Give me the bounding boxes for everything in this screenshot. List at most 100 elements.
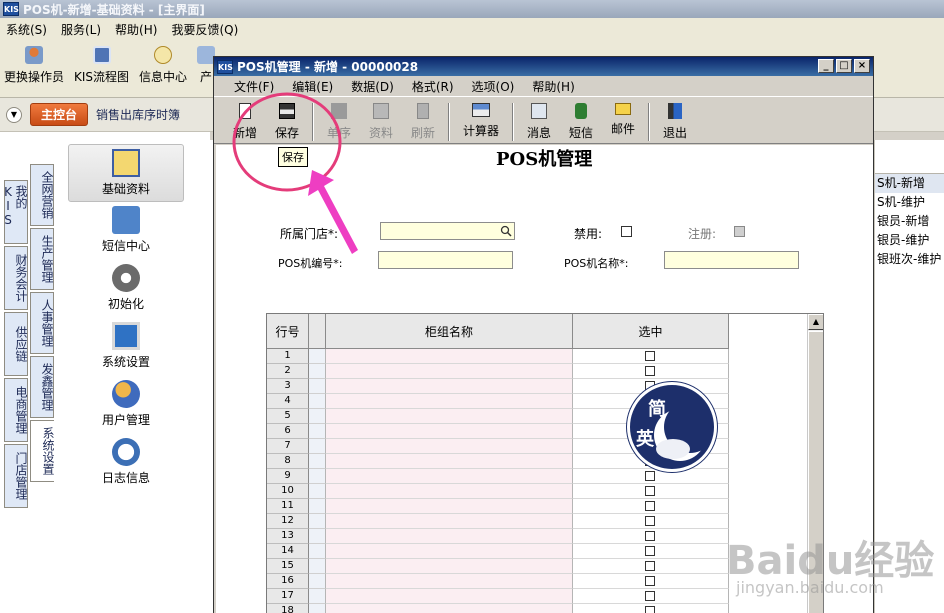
calculator-button[interactable]: 计算器 <box>456 101 506 139</box>
row-select-checkbox[interactable] <box>645 471 655 481</box>
table-row[interactable]: 15 <box>267 559 729 574</box>
row-select-checkbox[interactable] <box>645 546 655 556</box>
table-row[interactable]: 13 <box>267 529 729 544</box>
chevron-down-icon[interactable]: ▼ <box>6 106 22 123</box>
menu-edit[interactable]: 编辑(E) <box>292 78 333 95</box>
counter-name-cell[interactable] <box>326 589 573 604</box>
row-select-checkbox[interactable] <box>645 561 655 571</box>
vtab-store[interactable]: 门店管理 <box>4 444 28 508</box>
list-item[interactable]: S机-维护 <box>875 193 944 212</box>
table-row[interactable]: 10 <box>267 484 729 499</box>
left-item-system-settings[interactable]: 系统设置 <box>68 322 184 370</box>
list-item[interactable]: 银员-新增 <box>875 212 944 231</box>
search-icon[interactable] <box>499 224 513 238</box>
menu-options[interactable]: 选项(O) <box>472 78 515 95</box>
vtab-supply-chain[interactable]: 供应链 <box>4 312 28 376</box>
message-button[interactable]: 消息 <box>520 101 558 141</box>
menu-help[interactable]: 帮助(H) <box>115 21 157 38</box>
menu-system[interactable]: 系统(S) <box>6 21 47 38</box>
menu-help[interactable]: 帮助(H) <box>532 78 574 95</box>
menu-data[interactable]: 数据(D) <box>351 78 394 95</box>
row-select-checkbox[interactable] <box>645 366 655 376</box>
home-console-tab[interactable]: 主控台 <box>30 103 89 126</box>
left-item-user-management[interactable]: 用户管理 <box>68 380 184 428</box>
left-item-log-info[interactable]: 日志信息 <box>68 438 184 486</box>
vtab-finance[interactable]: 财务会计 <box>4 246 28 310</box>
row-select-checkbox[interactable] <box>645 606 655 613</box>
counter-name-cell[interactable] <box>326 529 573 544</box>
counter-name-cell[interactable] <box>326 364 573 379</box>
table-row[interactable]: 18 <box>267 604 729 613</box>
new-button[interactable]: 新增 <box>226 101 264 141</box>
counter-name-cell[interactable] <box>326 499 573 514</box>
counter-name-cell[interactable] <box>326 604 573 613</box>
row-select-checkbox[interactable] <box>645 516 655 526</box>
row-select-checkbox[interactable] <box>645 531 655 541</box>
counter-name-cell[interactable] <box>326 424 573 439</box>
vtab-hr[interactable]: 人事管理 <box>30 292 54 354</box>
maximize-icon[interactable]: □ <box>836 59 852 73</box>
sms-button[interactable]: 短信 <box>562 101 600 141</box>
counter-name-cell[interactable] <box>326 409 573 424</box>
menu-service[interactable]: 服务(L) <box>61 21 101 38</box>
store-lookup-field[interactable] <box>380 222 515 240</box>
row-select-checkbox[interactable] <box>645 501 655 511</box>
table-row[interactable]: 12 <box>267 514 729 529</box>
list-item[interactable]: 银员-维护 <box>875 231 944 250</box>
exit-button[interactable]: 退出 <box>656 101 694 141</box>
save-button[interactable]: 保存 <box>268 101 306 141</box>
message-icon <box>531 103 547 119</box>
disabled-checkbox[interactable] <box>621 226 632 237</box>
counter-name-cell[interactable] <box>326 454 573 469</box>
minimize-icon[interactable]: _ <box>818 59 834 73</box>
sequence-button[interactable]: 单序 <box>320 101 358 141</box>
table-row[interactable]: 11 <box>267 499 729 514</box>
table-row[interactable]: 9 <box>267 469 729 484</box>
counter-name-cell[interactable] <box>326 379 573 394</box>
vtab-ecommerce[interactable]: 电商管理 <box>4 378 28 442</box>
counter-name-cell[interactable] <box>326 514 573 529</box>
scroll-up-icon[interactable]: ▲ <box>808 314 823 330</box>
mail-button[interactable]: 邮件 <box>604 101 642 137</box>
counter-name-cell[interactable] <box>326 349 573 364</box>
menu-feedback[interactable]: 我要反馈(Q) <box>171 21 238 38</box>
vtab-salary[interactable]: 发鑫管理 <box>30 356 54 418</box>
kis-flowchart-button[interactable]: KIS流程图 <box>74 46 129 85</box>
counter-name-cell[interactable] <box>326 544 573 559</box>
row-select-checkbox[interactable] <box>645 591 655 601</box>
left-item-basic-data[interactable]: 基础资料 <box>68 144 184 202</box>
menu-format[interactable]: 格式(R) <box>412 78 454 95</box>
table-row[interactable]: 17 <box>267 589 729 604</box>
counter-name-cell[interactable] <box>326 484 573 499</box>
table-row[interactable]: 14 <box>267 544 729 559</box>
pos-name-input[interactable] <box>664 251 799 269</box>
left-item-sms-center[interactable]: 短信中心 <box>68 206 184 254</box>
counter-name-cell[interactable] <box>326 559 573 574</box>
row-select-checkbox[interactable] <box>645 576 655 586</box>
row-number: 17 <box>267 589 309 604</box>
left-item-initialize[interactable]: 初始化 <box>68 264 184 312</box>
list-item[interactable]: S机-新增 <box>875 174 944 193</box>
list-item[interactable]: 银班次-维护 <box>875 250 944 269</box>
change-operator-button[interactable]: 更换操作员 <box>4 46 64 85</box>
counter-name-cell[interactable] <box>326 469 573 484</box>
table-row[interactable]: 16 <box>267 574 729 589</box>
counter-name-cell[interactable] <box>326 394 573 409</box>
vtab-marketing[interactable]: 全网营销 <box>30 164 54 226</box>
refresh-button[interactable]: 刷新 <box>404 101 442 141</box>
menu-file[interactable]: 文件(F) <box>234 78 274 95</box>
row-select-checkbox[interactable] <box>645 486 655 496</box>
vtab-system-settings[interactable]: 系统设置 <box>30 420 55 482</box>
close-icon[interactable]: × <box>854 59 870 73</box>
counter-name-cell[interactable] <box>326 439 573 454</box>
row-select-checkbox[interactable] <box>645 351 655 361</box>
table-row[interactable]: 2 <box>267 364 729 379</box>
table-row[interactable]: 1 <box>267 349 729 364</box>
info-center-button[interactable]: 信息中心 <box>139 46 187 85</box>
data-button[interactable]: 资料 <box>362 101 400 141</box>
pos-code-input[interactable] <box>378 251 513 269</box>
vtab-production[interactable]: 生产管理 <box>30 228 54 290</box>
vtab-my-kis[interactable]: 我的KIS <box>1 180 28 244</box>
counter-name-cell[interactable] <box>326 574 573 589</box>
nav-tab-sales-outbound[interactable]: 销售出库序时簿 <box>96 106 180 123</box>
